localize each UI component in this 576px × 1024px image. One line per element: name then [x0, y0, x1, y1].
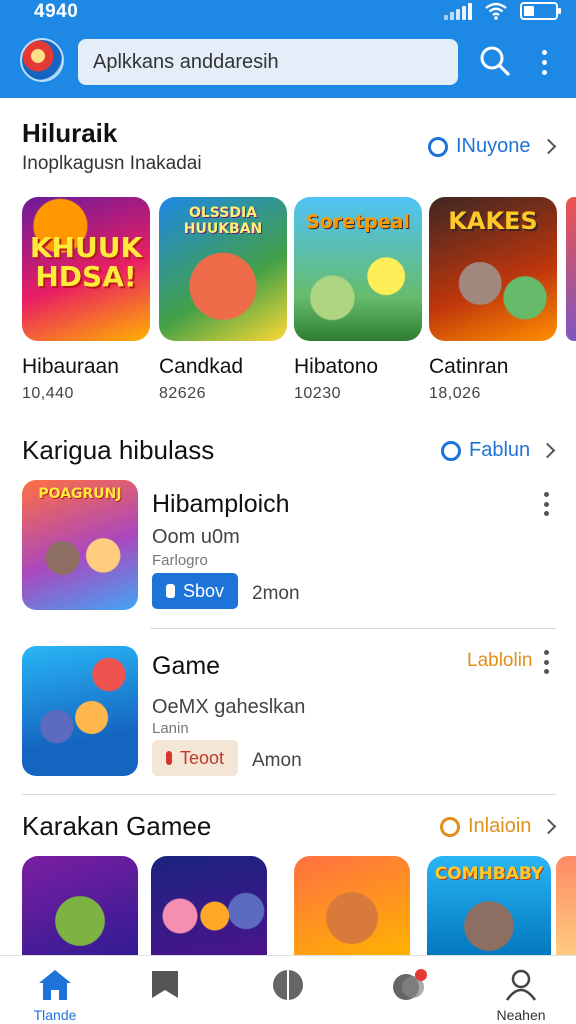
artwork-text: KHUUK HDSA! — [29, 231, 143, 294]
more-options-icon[interactable] — [541, 650, 551, 674]
item-subtitle: Oom u0m — [152, 526, 240, 548]
nav-label: Neahen — [496, 1007, 546, 1023]
featured-card[interactable]: OLSSDIA HUUKBAN Candkad 82626 — [159, 197, 287, 403]
status-bar: 4940 — [0, 0, 576, 26]
divider — [150, 628, 556, 629]
card-title: Candkad — [159, 355, 244, 378]
popular-link-label: Fablun — [469, 439, 531, 461]
featured-link-label: INuyone — [456, 135, 531, 157]
download-icon — [166, 584, 175, 598]
game-card-peek — [556, 856, 576, 956]
nav-item-home[interactable]: Tlande — [10, 956, 100, 1024]
item-subtitle: OeMX gaheslkan — [152, 696, 306, 718]
popular-title: Karigua hibulass — [22, 435, 215, 465]
artwork-text: OLSSDIA HUUKBAN — [183, 205, 263, 238]
install-button[interactable]: Teoot — [152, 740, 238, 776]
games-link-label: Inlaioin — [468, 815, 532, 837]
notifications-icon — [393, 969, 427, 1000]
list-item[interactable]: POAGRUNJ Hibamploich Oom u0m Farlogro Sb… — [0, 480, 576, 628]
status-icons — [444, 2, 561, 20]
item-tag: Lablolin — [467, 650, 533, 671]
battery-icon — [520, 2, 561, 20]
wifi-icon — [485, 2, 507, 20]
link-circle-icon — [441, 440, 461, 461]
featured-see-all-link[interactable]: INuyone — [428, 135, 556, 158]
card-title: Hibauraan — [22, 355, 119, 378]
nav-item-profile[interactable]: Neahen — [476, 956, 566, 1024]
game-thumbnail — [22, 646, 138, 776]
popular-see-all-link[interactable]: Fablun — [441, 439, 556, 462]
more-menu-icon[interactable] — [532, 44, 556, 80]
bottom-navigation: Tlande Neahen — [0, 955, 576, 1024]
card-count: 10,440 — [22, 385, 74, 402]
nav-label: Tlande — [33, 1007, 77, 1023]
nav-item-bookmarks[interactable] — [120, 956, 210, 1024]
status-time: 4940 — [34, 1, 79, 22]
app-header: 4940 Aplkkans anddaresih — [0, 0, 576, 98]
featured-card[interactable]: KAKES Catinran 18,026 — [429, 197, 557, 403]
game-card[interactable]: COMHBABY — [427, 856, 551, 956]
featured-subtitle: Inoplkagusn Inakadai — [22, 153, 202, 174]
game-thumbnail: POAGRUNJ — [22, 480, 138, 610]
more-options-icon[interactable] — [541, 492, 551, 516]
profile-icon — [505, 969, 537, 1001]
featured-card-peek — [566, 197, 576, 341]
install-button-label: Teoot — [179, 747, 224, 768]
artwork-text: KAKES — [448, 207, 538, 235]
chevron-right-icon — [539, 442, 556, 459]
search-input[interactable]: Aplkkans anddaresih — [78, 39, 458, 85]
artwork-text: POAGRUNJ — [38, 486, 122, 502]
games-see-all-link[interactable]: Inlaioin — [440, 815, 557, 838]
card-count: 10230 — [294, 385, 341, 402]
game-artwork: OLSSDIA HUUKBAN — [159, 197, 287, 341]
card-count: 82626 — [159, 385, 206, 402]
home-icon — [39, 970, 71, 1000]
item-meta: 2mon — [252, 583, 300, 604]
artwork-text: COMHBABY — [434, 864, 544, 884]
chevron-right-icon — [541, 818, 557, 835]
app-logo[interactable] — [20, 38, 64, 82]
item-subtitle-secondary: Farlogro — [152, 552, 208, 569]
card-title: Hibatono — [294, 355, 379, 378]
game-artwork: KHUUK HDSA! — [22, 197, 150, 341]
install-button[interactable]: Sbov — [152, 573, 238, 609]
link-circle-icon — [428, 136, 448, 157]
item-title: Hibamploich — [152, 490, 290, 518]
games-title: Karakan Gamee — [22, 811, 212, 841]
card-count: 18,026 — [429, 385, 481, 402]
featured-card[interactable]: Soretpeal Hibatono 10230 — [294, 197, 422, 403]
game-card[interactable] — [22, 856, 138, 956]
game-card[interactable] — [151, 856, 267, 956]
featured-card[interactable]: KHUUK HDSA! Hibauraan 10,440 — [22, 197, 150, 403]
game-artwork: KAKES — [429, 197, 557, 341]
featured-title: Hiluraik — [22, 118, 118, 148]
list-item[interactable]: Game OeMX gaheslkan Lanin Teoot Amon Lab… — [0, 646, 576, 794]
item-meta: Amon — [252, 750, 302, 771]
nav-item-discover[interactable] — [243, 956, 333, 1024]
install-button-label: Sbov — [182, 580, 224, 601]
game-artwork: Soretpeal — [294, 197, 422, 341]
artwork-text: Soretpeal — [306, 211, 410, 233]
card-title: Catinran — [429, 355, 509, 378]
download-icon — [166, 751, 172, 765]
chevron-right-icon — [540, 138, 556, 155]
game-card[interactable] — [294, 856, 410, 956]
divider — [22, 794, 556, 795]
signal-icon — [444, 2, 472, 20]
half-circle-icon — [273, 970, 303, 1000]
item-subtitle-secondary: Lanin — [152, 720, 189, 737]
item-title: Game — [152, 652, 221, 680]
bookmark-icon — [152, 971, 178, 998]
nav-item-notifications[interactable] — [364, 956, 454, 1024]
search-icon[interactable] — [478, 44, 512, 78]
link-circle-icon — [440, 816, 460, 837]
